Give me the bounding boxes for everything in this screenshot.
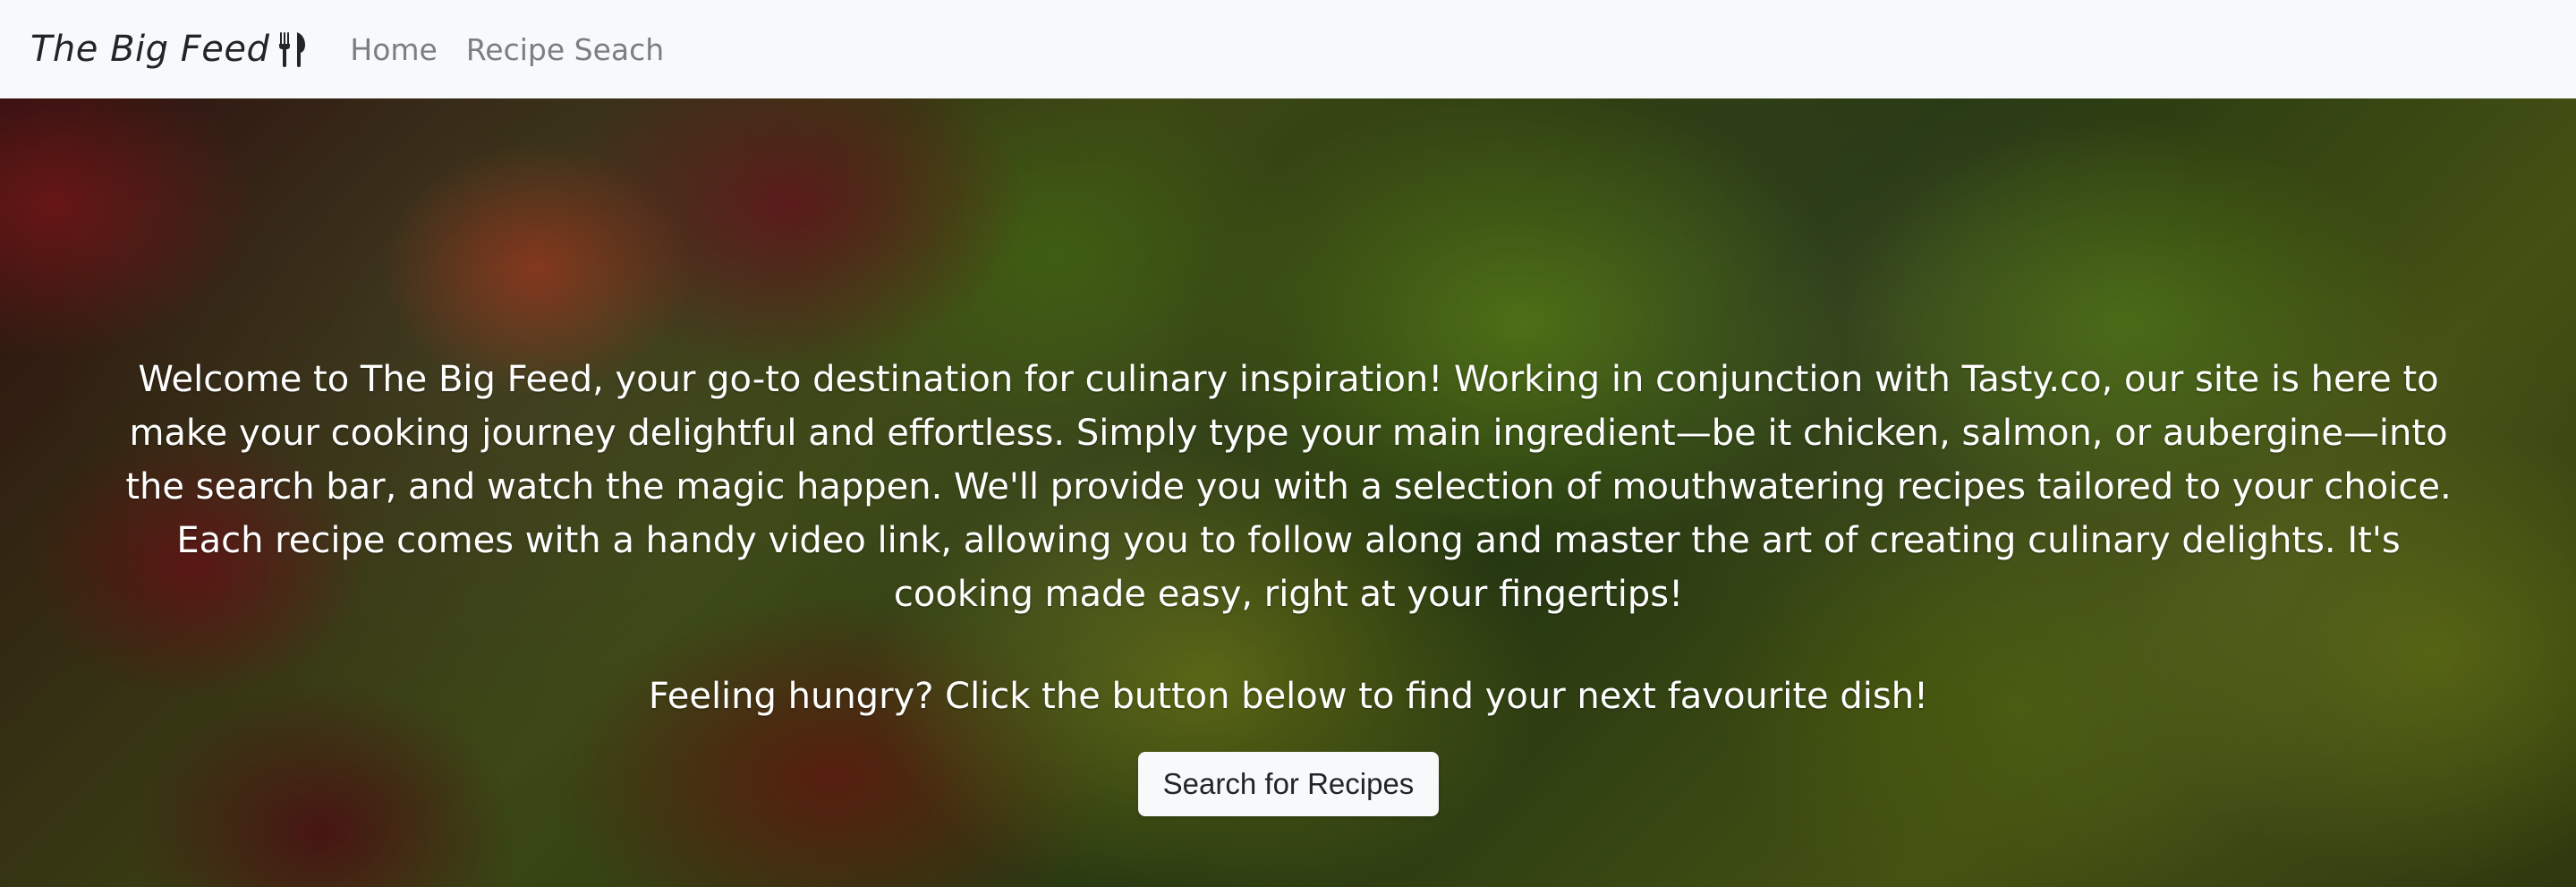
welcome-text: Welcome to The Big Feed, your go-to dest… (125, 359, 2452, 615)
top-navbar: The Big Feed Home Recipe Seach (0, 0, 2576, 98)
hero-content: Welcome to The Big Feed, your go-to dest… (107, 353, 2470, 816)
search-for-recipes-button[interactable]: Search for Recipes (1137, 752, 1440, 816)
utensils-icon (279, 32, 306, 67)
nav-home[interactable]: Home (350, 32, 437, 67)
nav-recipe-search[interactable]: Recipe Seach (466, 32, 664, 67)
brand-name: The Big Feed (30, 29, 270, 70)
main-navigation: Home Recipe Seach (350, 32, 664, 67)
cta-prompt: Feeling hungry? Click the button below t… (648, 676, 1929, 717)
brand-link[interactable]: The Big Feed (30, 29, 309, 70)
hero-banner: Welcome to The Big Feed, your go-to dest… (0, 98, 2576, 887)
